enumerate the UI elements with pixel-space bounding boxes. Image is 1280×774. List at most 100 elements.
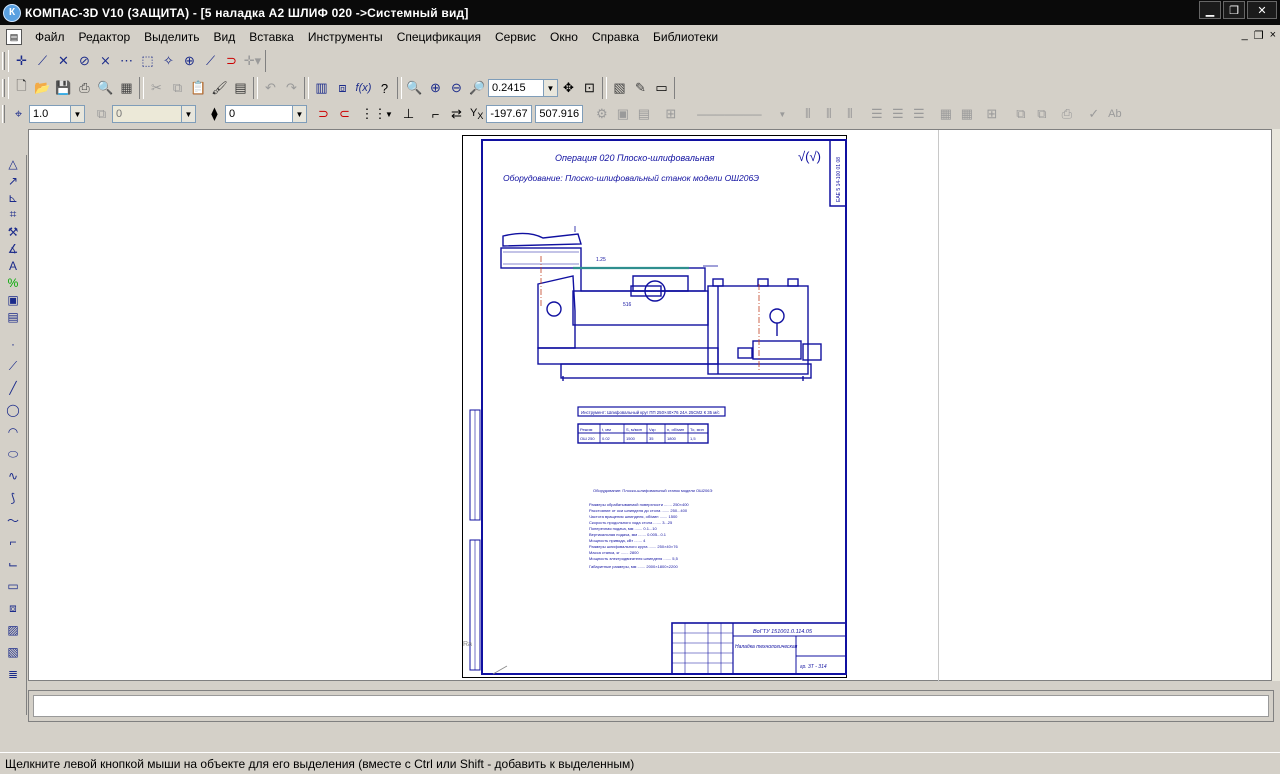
bezier-tool-icon[interactable]: 〜 [2, 509, 24, 531]
segment-tool-icon[interactable]: ╱ [2, 377, 24, 399]
menu-editor[interactable]: Редактор [72, 30, 138, 44]
help-pointer-icon[interactable]: ? [374, 78, 395, 98]
maximize-button[interactable]: ❐ [1223, 1, 1245, 19]
chamfer-tool-icon[interactable]: ⌙ [2, 553, 24, 575]
ungroup-icon[interactable]: ⧉ [1031, 104, 1052, 124]
point-tool-icon[interactable]: · [2, 333, 24, 355]
copy-props-icon[interactable]: ▤ [633, 104, 654, 124]
format-painter-icon[interactable]: 🖌 [209, 78, 230, 98]
new-document-icon[interactable]: 🗋 [11, 78, 32, 98]
align-right-icon[interactable]: ⫴ [839, 104, 860, 124]
menu-select[interactable]: Выделить [137, 30, 206, 44]
snap-middle-icon[interactable]: ⋯ [116, 51, 137, 71]
close-button[interactable]: ✕ [1247, 1, 1277, 19]
zoom-scale-icon[interactable]: 🔎 [467, 78, 488, 98]
zoom-in-icon[interactable]: ⊕ [425, 78, 446, 98]
snap-intersection-icon[interactable]: ✕ [53, 51, 74, 71]
layer-field[interactable]: 0 [225, 105, 293, 123]
snap-tangent-icon[interactable]: ⊘ [74, 51, 95, 71]
equidistant-tool-icon[interactable]: ≣ [2, 663, 24, 685]
contour-tool-icon[interactable]: ⧈ [2, 597, 24, 619]
document-system-icon[interactable]: ▤ [6, 29, 22, 45]
edit-panel-icon[interactable]: ⌗ [2, 206, 24, 223]
menu-tools[interactable]: Инструменты [301, 30, 390, 44]
geometry-panel-icon[interactable]: △ [2, 155, 24, 172]
cursor-step-icon[interactable]: ⌖ [8, 104, 29, 124]
spline-tool-icon[interactable]: ∿ [2, 465, 24, 487]
paste-icon[interactable]: 📋 [188, 78, 209, 98]
align-center-icon[interactable]: ⫴ [818, 104, 839, 124]
snap-end-icon[interactable]: ⟋ [32, 51, 53, 71]
align-left-icon[interactable]: ⫴ [797, 104, 818, 124]
menu-help[interactable]: Справка [585, 30, 646, 44]
print-frame-icon[interactable]: ⎙ [1056, 104, 1077, 124]
grid-dropdown-icon[interactable]: ▼ [384, 104, 394, 124]
ellipse-tool-icon[interactable]: ⬭ [2, 443, 24, 465]
specification-icon[interactable]: ▤ [230, 78, 251, 98]
fill-tool-icon[interactable]: ▧ [2, 641, 24, 663]
table-insert-icon[interactable]: ▦ [935, 104, 956, 124]
text-center-icon[interactable]: ☰ [887, 104, 908, 124]
menu-service[interactable]: Сервис [488, 30, 543, 44]
undo-icon[interactable]: ↶ [260, 78, 281, 98]
insert-panel-icon[interactable]: ▤ [2, 308, 24, 325]
circle-tool-icon[interactable]: ◯ [2, 399, 24, 421]
settings-icon[interactable]: ⚙ [591, 104, 612, 124]
menu-file[interactable]: Файл [28, 30, 72, 44]
parametrization-panel-icon[interactable]: ⚒ [2, 223, 24, 240]
menu-view[interactable]: Вид [207, 30, 243, 44]
text-style-icon[interactable]: Ab [1104, 104, 1125, 124]
line-style-dropdown[interactable]: ▼ [777, 104, 787, 124]
snap-point-icon[interactable]: ✧ [158, 51, 179, 71]
state-dropdown[interactable]: ▼ [182, 105, 196, 123]
measure-panel-icon[interactable]: ∡ [2, 240, 24, 257]
designations-panel-icon[interactable]: ⊾ [2, 189, 24, 206]
grid-style-icon[interactable]: ⊞ [660, 104, 681, 124]
copy-icon[interactable]: ⧉ [167, 78, 188, 98]
properties-icon[interactable]: ▦ [116, 78, 137, 98]
text-left-icon[interactable]: ☰ [866, 104, 887, 124]
library-manager-icon[interactable]: ⧈ [332, 78, 353, 98]
menu-libraries[interactable]: Библиотеки [646, 30, 725, 44]
group-icon[interactable]: ⧉ [1010, 104, 1031, 124]
zoom-window-icon[interactable]: 🔍 [404, 78, 425, 98]
x-coordinate-field[interactable]: -197.67 [486, 105, 533, 123]
snap-more-icon[interactable]: ✛▾ [242, 51, 263, 71]
cursor-step-dropdown[interactable]: ▼ [71, 105, 85, 123]
menu-insert[interactable]: Вставка [242, 30, 301, 44]
drawing-sheet[interactable]: ЕАЕ 5 14-100 01 08 Операция 020 Плоско-ш… [462, 135, 847, 678]
cursor-step-field[interactable]: 1.0 [29, 105, 71, 123]
zoom-dropdown-arrow[interactable]: ▼ [544, 79, 558, 97]
grid-icon[interactable]: ⋮⋮ [361, 104, 387, 124]
print-preview-icon[interactable]: 🔍 [95, 78, 116, 98]
cut-icon[interactable]: ✂ [146, 78, 167, 98]
open-folder-icon[interactable]: 📂 [32, 78, 53, 98]
print-icon[interactable]: ⎙ [74, 78, 95, 98]
mdi-restore-button[interactable]: ❐ [1254, 29, 1264, 42]
snap-normal-icon[interactable]: ⨯ [95, 51, 116, 71]
toolbar-grip[interactable] [2, 79, 5, 97]
magnet-icon[interactable]: ⊃ [221, 51, 242, 71]
ortho-mode-icon[interactable]: ⌐ [425, 104, 446, 124]
toolbar-grip[interactable] [2, 105, 5, 123]
reports-panel-icon[interactable]: ▣ [2, 291, 24, 308]
tree-manager-icon[interactable]: ▥ [311, 78, 332, 98]
toolbar-grip[interactable] [2, 52, 5, 70]
show-all-icon[interactable]: ⊡ [579, 78, 600, 98]
rectangle-tool-icon[interactable]: ▭ [2, 575, 24, 597]
ortho-magnet-icon[interactable]: ⊃ [313, 104, 334, 124]
text-right-icon[interactable]: ☰ [908, 104, 929, 124]
auxiliary-line-icon[interactable]: ⟋ [2, 355, 24, 377]
polyline-tool-icon[interactable]: ⟆ [2, 487, 24, 509]
dimensions-panel-icon[interactable]: ↗ [2, 172, 24, 189]
mdi-minimize-button[interactable]: _ [1242, 29, 1248, 42]
hatch-tool-icon[interactable]: ▨ [2, 619, 24, 641]
object-props-icon[interactable]: ▣ [612, 104, 633, 124]
y-coordinate-field[interactable]: 507.916 [535, 105, 584, 123]
state-field[interactable]: 0 [112, 105, 182, 123]
table-grid-icon[interactable]: ⊞ [981, 104, 1002, 124]
mdi-close-button[interactable]: × [1270, 29, 1276, 42]
fillet-tool-icon[interactable]: ⌐ [2, 531, 24, 553]
redo-icon[interactable]: ↷ [281, 78, 302, 98]
vertical-scrollbar[interactable] [1272, 129, 1280, 681]
